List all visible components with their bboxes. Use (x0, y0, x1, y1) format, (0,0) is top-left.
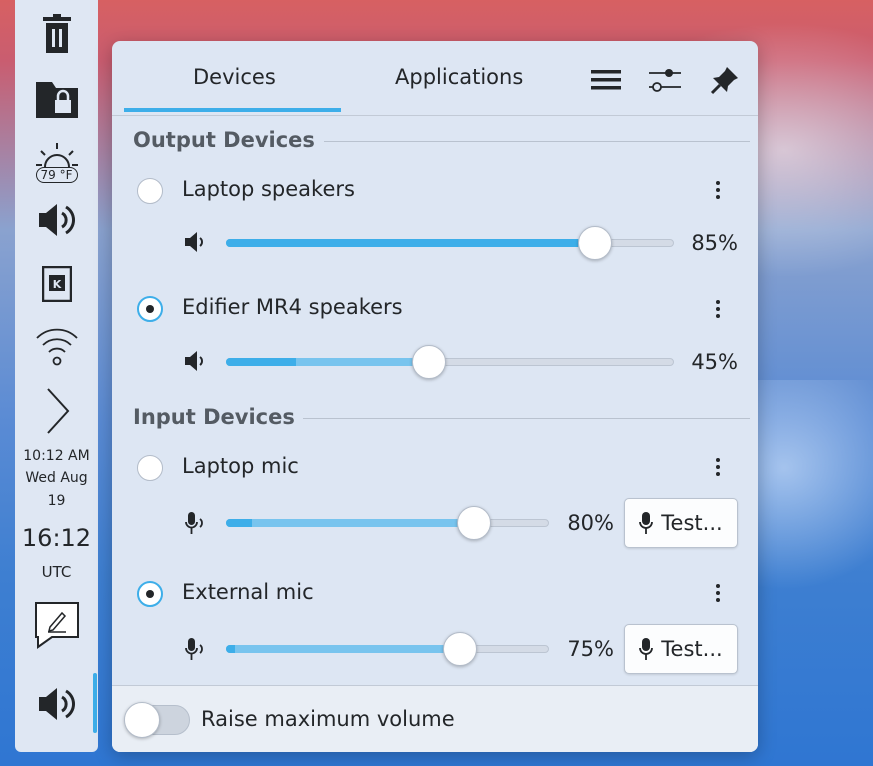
external-mic-menu-icon[interactable] (708, 580, 728, 606)
external-mic-volume-slider[interactable] (226, 632, 549, 666)
weather-widget[interactable]: 79 °F (15, 136, 98, 188)
active-applet-indicator (93, 673, 97, 733)
hamburger-menu-icon[interactable] (589, 63, 623, 97)
laptop-mic-volume-slider[interactable] (226, 506, 549, 540)
raise-max-volume-label[interactable]: Raise maximum volume (201, 707, 455, 731)
edifier-speakers-volume-label: 45% (691, 350, 738, 374)
svg-text:K: K (52, 278, 61, 291)
laptop-speakers-radio[interactable] (137, 178, 163, 204)
speaker-icon[interactable] (15, 198, 98, 242)
output-devices-heading: Output Devices (133, 128, 315, 152)
test-button-label: Test... (661, 511, 723, 535)
microphone-icon (639, 512, 654, 534)
local-time[interactable]: 10:12 AM (15, 448, 98, 464)
laptop-speakers-menu-icon[interactable] (708, 177, 728, 203)
section-divider (303, 418, 750, 419)
tab-bar: Devices Applications (112, 41, 758, 116)
active-tab-indicator (124, 108, 341, 112)
laptop-mic-test-button[interactable]: Test... (624, 498, 738, 548)
utc-time[interactable]: 16:12 (15, 524, 98, 552)
speaker-icon[interactable] (184, 348, 210, 374)
local-date-day[interactable]: 19 (15, 493, 98, 509)
system-panel: 79 °F K 10:12 AM Wed Aug 19 16:12 UTC (15, 0, 98, 752)
tab-devices[interactable]: Devices (193, 65, 276, 89)
external-mic-volume-label: 75% (567, 637, 614, 661)
trash-icon[interactable] (15, 12, 98, 56)
laptop-mic-name: Laptop mic (182, 454, 299, 478)
section-divider (324, 141, 750, 142)
microphone-icon[interactable] (184, 510, 210, 536)
speaker-icon[interactable] (184, 229, 210, 255)
edifier-speakers-name: Edifier MR4 speakers (182, 295, 403, 319)
notes-icon[interactable] (15, 600, 98, 650)
edifier-speakers-radio[interactable] (137, 296, 163, 322)
microphone-icon (639, 638, 654, 660)
wifi-icon[interactable] (15, 322, 98, 368)
external-mic-test-button[interactable]: Test... (624, 624, 738, 674)
pin-icon[interactable] (708, 63, 742, 97)
edifier-speakers-menu-icon[interactable] (708, 296, 728, 322)
edifier-speakers-volume-slider[interactable] (226, 345, 674, 379)
laptop-speakers-volume-slider[interactable] (226, 226, 674, 260)
laptop-mic-volume-label: 80% (567, 511, 614, 535)
audio-volume-popup: Devices Applications Output Devices Lapt… (112, 41, 758, 752)
input-devices-heading: Input Devices (133, 405, 295, 429)
audio-volume-icon[interactable] (15, 682, 98, 726)
raise-max-volume-switch[interactable] (124, 702, 190, 738)
tab-applications[interactable]: Applications (395, 65, 523, 89)
vault-lock-icon[interactable] (15, 72, 98, 122)
local-date[interactable]: Wed Aug (15, 470, 98, 486)
laptop-mic-menu-icon[interactable] (708, 454, 728, 480)
configure-sliders-icon[interactable] (648, 63, 682, 97)
kde-connect-icon[interactable]: K (15, 264, 98, 304)
laptop-speakers-name: Laptop speakers (182, 177, 355, 201)
external-mic-radio[interactable] (137, 581, 163, 607)
test-button-label: Test... (661, 637, 723, 661)
laptop-mic-radio[interactable] (137, 455, 163, 481)
external-mic-name: External mic (182, 580, 314, 604)
weather-temp: 79 °F (35, 167, 78, 183)
utc-label: UTC (41, 563, 72, 581)
popup-footer: Raise maximum volume (112, 685, 758, 752)
expand-tray-chevron-icon[interactable] (15, 386, 98, 436)
laptop-speakers-volume-label: 85% (691, 231, 738, 255)
microphone-icon[interactable] (184, 636, 210, 662)
